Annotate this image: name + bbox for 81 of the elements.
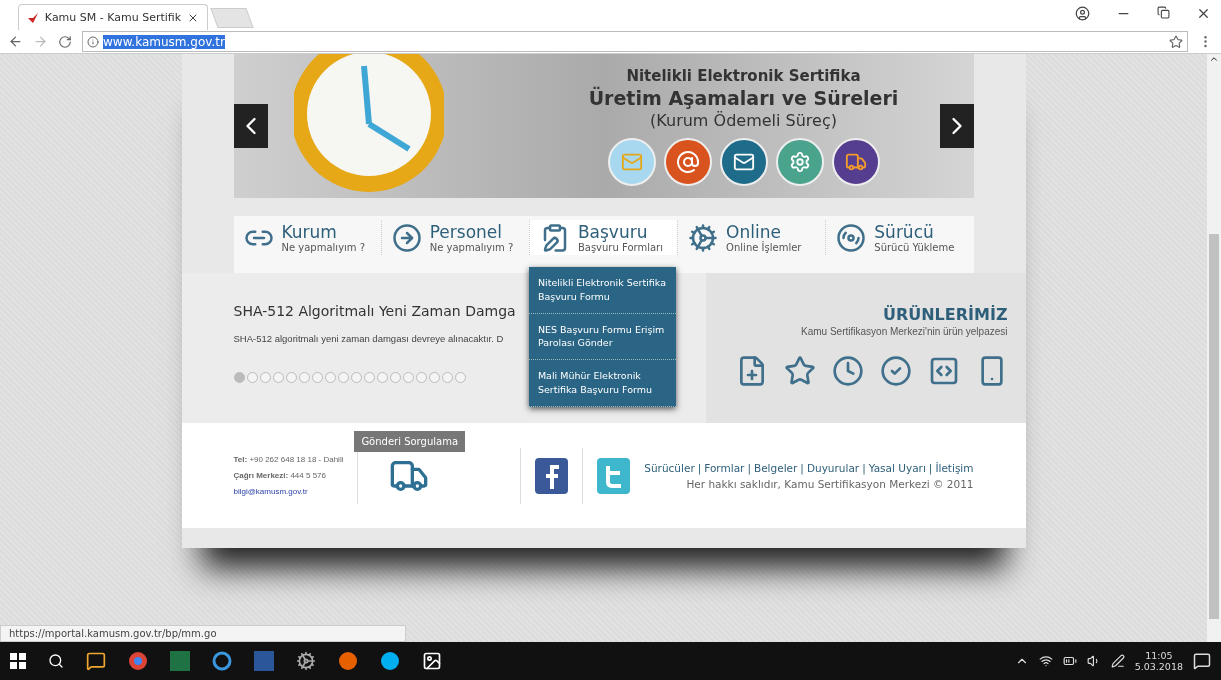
footer-link[interactable]: Sürücüler <box>644 461 695 474</box>
check-circle-icon[interactable] <box>879 355 912 387</box>
link-separator: | <box>800 461 804 474</box>
slider-dot[interactable] <box>389 372 401 383</box>
alarm-clock-icon[interactable] <box>831 355 864 387</box>
nav-subtitle: Başvuru Formları <box>577 242 663 253</box>
slider-dot[interactable] <box>454 372 466 383</box>
pen-icon[interactable] <box>1110 654 1125 668</box>
nav-title[interactable]: Personel <box>429 222 514 242</box>
star-icon[interactable] <box>783 355 816 387</box>
news-title: SHA-512 Algoritmalı Yeni Zaman Damga <box>233 303 516 319</box>
slider-dot[interactable] <box>337 372 349 383</box>
slider-dot[interactable] <box>285 372 297 383</box>
slider-dot[interactable] <box>246 372 258 383</box>
footer-link[interactable]: Formlar <box>704 461 745 474</box>
profile-icon[interactable] <box>1075 6 1090 21</box>
banner-subtitle: (Kurum Ödemeli Süreç) <box>650 110 837 130</box>
browser-tab[interactable]: Kamu SM - Kamu Sertifik <box>18 4 208 30</box>
scrollbar[interactable] <box>1207 54 1221 642</box>
nav-title[interactable]: Sürücü <box>874 222 955 242</box>
slider-dot[interactable] <box>363 372 375 383</box>
slider-dot[interactable] <box>350 372 362 383</box>
search-icon[interactable] <box>48 653 64 669</box>
nav-title[interactable]: Online <box>726 222 802 242</box>
facebook-icon[interactable] <box>535 457 569 494</box>
nav-subtitle: Ne yapmalıyım ? <box>429 242 514 253</box>
nav-title[interactable]: Başvuru <box>577 222 663 242</box>
next-slide-button[interactable] <box>939 104 974 148</box>
wifi-icon[interactable] <box>1038 654 1053 668</box>
close-icon[interactable] <box>1196 6 1211 21</box>
battery-icon[interactable] <box>1062 654 1077 668</box>
restore-icon[interactable] <box>1157 6 1170 19</box>
slider-dot[interactable] <box>441 372 453 383</box>
products-title: ÜRÜNLERİMİZ <box>882 305 1008 324</box>
notification-icon[interactable] <box>1193 652 1211 670</box>
footer-link[interactable]: Duyurular <box>806 461 860 474</box>
banner-title: Üretim Aşamaları ve Süreleri <box>588 86 899 109</box>
twitter-icon[interactable] <box>597 457 631 494</box>
nav-subtitle: Sürücü Yükleme <box>874 242 955 253</box>
status-url: https://mportal.kamusm.gov.tr/bp/mm.go <box>0 625 406 642</box>
slider-dot[interactable] <box>376 372 388 383</box>
link-separator: | <box>697 461 702 474</box>
address-bar[interactable]: www.kamusm.gov.tr <box>82 31 1188 52</box>
link-separator: | <box>747 461 751 474</box>
slider-dot[interactable] <box>233 372 245 383</box>
nav-subtitle: Online İşlemler <box>726 242 802 253</box>
tooltip: Gönderi Sorgulama <box>354 430 465 452</box>
email-link[interactable]: bilgi@kamusm.gov.tr <box>233 487 344 496</box>
slider-dot[interactable] <box>415 372 427 383</box>
footer-link[interactable]: İletişim <box>935 461 974 474</box>
copyright-text: Her hakkı saklıdır, Kamu Sertifikasyon Merkezi © 2011 <box>686 477 974 490</box>
slider-dot[interactable] <box>428 372 440 383</box>
clock[interactable]: 11:05 5.03.2018 <box>1134 650 1183 672</box>
slider-dot[interactable] <box>324 372 336 383</box>
link-separator: | <box>928 461 933 474</box>
slider-dot[interactable] <box>259 372 271 383</box>
slider-dot[interactable] <box>402 372 414 383</box>
reload-icon[interactable] <box>58 34 72 49</box>
info-icon <box>87 35 99 48</box>
contact-line: Çağrı Merkezi: 444 5 576 <box>233 471 327 480</box>
slider-dot[interactable] <box>272 372 284 383</box>
banner-title: Nitelikli Elektronik Sertifika <box>626 66 861 85</box>
nav-subtitle: Ne yapmalıyım ? <box>281 242 366 253</box>
disc-icon <box>836 222 867 253</box>
slider-dot[interactable] <box>298 372 310 383</box>
scroll-up-icon[interactable] <box>1209 54 1219 64</box>
arrow-circle-icon <box>391 222 422 253</box>
news-text: SHA-512 algoritmalı yeni zaman damgası devreye alınacaktır. D <box>233 333 504 344</box>
back-icon[interactable] <box>8 34 23 49</box>
footer-link[interactable]: Yasal Uyarı <box>868 461 926 474</box>
products-subtitle: Kamu Sertifikasyon Merkezi'nin ürün yelpazesi <box>801 326 1008 337</box>
bookmark-star-icon[interactable] <box>1169 34 1183 49</box>
windows-start-icon[interactable] <box>10 653 26 669</box>
nav-title[interactable]: Kurum <box>281 222 366 242</box>
contact-line: Tel: +90 262 648 18 18 - Dahili <box>233 455 344 464</box>
slider-dot[interactable] <box>311 372 323 383</box>
link-separator: | <box>862 461 866 474</box>
previous-slide-button[interactable] <box>233 104 268 148</box>
footer-link[interactable]: Belgeler <box>753 461 798 474</box>
photos-icon[interactable] <box>422 651 442 671</box>
tab-title: Kamu SM - Kamu Sertifik <box>44 11 182 24</box>
